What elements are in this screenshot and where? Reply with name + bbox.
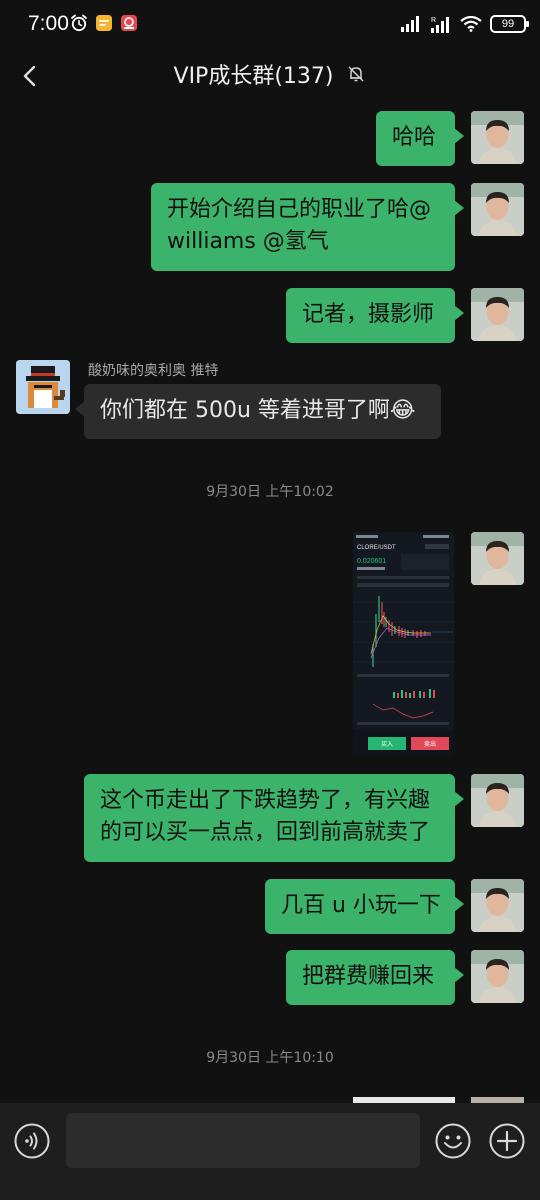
wifi-icon: [460, 16, 482, 32]
plus-circle-icon[interactable]: [489, 1123, 525, 1159]
alarm-icon: [71, 14, 87, 32]
signal-r-icon: R: [431, 17, 449, 33]
message-text: 哈哈: [392, 125, 437, 150]
sender-name: 酸奶味的奥利奥 推特: [88, 363, 219, 379]
timestamp: 9月30日 上午10:10: [206, 1050, 334, 1066]
avatar[interactable]: [471, 111, 524, 164]
chat-title-group[interactable]: VIP成长群(137): [0, 58, 540, 90]
avatar[interactable]: [16, 360, 70, 414]
user-avatar-icon: [471, 111, 524, 164]
status-time: 7:00: [28, 12, 69, 35]
sell-button-label: 卖出: [424, 740, 436, 748]
user-avatar-icon: [471, 950, 524, 1003]
message-bubble-me[interactable]: 几百 u 小玩一下: [265, 879, 464, 934]
message-bubble-me[interactable]: 开始介绍自己的职业了哈@ williams @氢气: [151, 183, 464, 271]
trading-pair-label: CLORE/USDT: [357, 545, 396, 551]
message-image[interactable]: CLORE/USDT 0.020601 买入 卖出: [353, 532, 454, 757]
user-avatar-icon: [471, 532, 524, 585]
trading-chart-screenshot: CLORE/USDT 0.020601 买入 卖出: [353, 532, 454, 757]
user-avatar-icon: [471, 183, 524, 236]
user-avatar-icon: [471, 879, 524, 932]
avatar[interactable]: [471, 879, 524, 932]
user-avatar-icon: [471, 288, 524, 341]
app-notification-icon: [121, 15, 137, 31]
avatar[interactable]: [471, 950, 524, 1003]
svg-text:R: R: [431, 17, 436, 24]
signal-icon: [401, 16, 419, 32]
message-input[interactable]: [66, 1113, 420, 1168]
bell-off-icon: [348, 66, 365, 82]
message-text: 你们都在 500u 等着进哥了啊😂: [100, 398, 416, 423]
notes-app-icon: [96, 15, 112, 31]
message-text-line: williams @氢气: [167, 229, 329, 254]
timestamp: 9月30日 上午10:02: [206, 484, 334, 500]
message-text-line: 开始介绍自己的职业了哈@: [167, 197, 432, 222]
message-bubble-me[interactable]: 记者，摄影师: [286, 288, 464, 343]
message-text: 把群费赚回来: [302, 964, 435, 989]
pixel-dog-avatar-icon: [16, 360, 70, 414]
avatar[interactable]: [471, 183, 524, 236]
message-input-bar: [0, 1103, 540, 1200]
user-avatar-icon: [471, 774, 524, 827]
voice-icon[interactable]: [14, 1123, 50, 1159]
avatar[interactable]: [471, 774, 524, 827]
buy-button-label: 买入: [381, 740, 393, 748]
chat-title: VIP成长群(137): [173, 64, 334, 89]
battery-icon: 99: [490, 15, 529, 33]
message-bubble-me[interactable]: 哈哈: [376, 111, 464, 166]
message-bubble-me[interactable]: 这个币走出了下跌趋势了，有兴趣 的可以买一点点，回到前高就卖了: [84, 774, 464, 862]
chat-header: VIP成长群(137): [0, 48, 540, 104]
message-text: 记者，摄影师: [302, 302, 435, 327]
avatar[interactable]: [471, 532, 524, 585]
message-text-line: 的可以买一点点，回到前高就卖了: [100, 820, 431, 845]
trading-price-label: 0.020601: [357, 558, 386, 565]
message-text-line: 这个币走出了下跌趋势了，有兴趣: [100, 788, 431, 813]
status-bar: 7:00 R 99: [0, 0, 540, 48]
message-bubble-me[interactable]: 把群费赚回来: [286, 950, 464, 1005]
emoji-icon[interactable]: [435, 1123, 471, 1159]
message-bubble-other[interactable]: 你们都在 500u 等着进哥了啊😂: [75, 384, 441, 439]
message-text: 几百 u 小玩一下: [281, 893, 441, 918]
avatar[interactable]: [471, 288, 524, 341]
